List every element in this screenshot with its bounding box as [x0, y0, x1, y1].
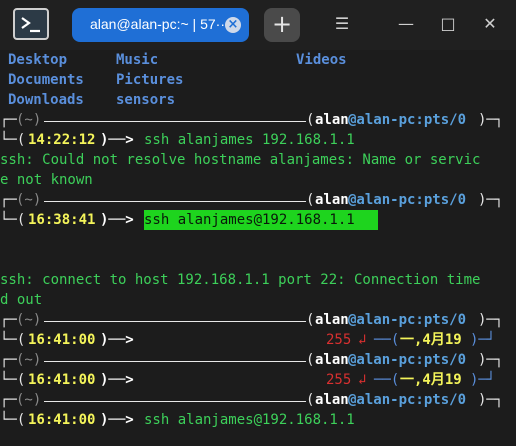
- prompt-host: @alan-pc:pts/0: [348, 352, 467, 368]
- prompt-host: @alan-pc:pts/0: [348, 112, 467, 128]
- prompt-corner-right: )─┐: [478, 192, 504, 208]
- prompt-date: 一,4月19: [400, 372, 462, 388]
- prompt-arrow: )──>: [100, 332, 134, 348]
- prompt-host: @alan-pc:pts/0: [348, 392, 467, 408]
- ls-music: Music: [116, 52, 159, 68]
- error-line: e not known: [0, 172, 93, 188]
- prompt-tilde: (~): [16, 112, 42, 128]
- prompt-paren-open: (: [306, 352, 315, 368]
- prompt-corner-bottom: └─(: [0, 212, 26, 228]
- prompt-corner-top: ┌─: [0, 352, 17, 368]
- command-text: ssh alanjames 192.168.1.1: [144, 132, 355, 148]
- return-icon: ↲: [358, 372, 367, 388]
- prompt-corner-bottom: └─(: [0, 132, 26, 148]
- prompt-rule: [44, 121, 306, 122]
- prompt-host: @alan-pc:pts/0: [348, 312, 467, 328]
- prompt-time: 16:41:00: [28, 412, 96, 428]
- prompt-corner-bottom: └─(: [0, 412, 26, 428]
- date-close: )─┘: [470, 372, 496, 388]
- prompt-corner-right: )─┐: [478, 312, 504, 328]
- ls-desktop: Desktop: [8, 52, 68, 68]
- prompt-corner-top: ┌─: [0, 392, 17, 408]
- prompt-date: 一,4月19: [400, 332, 462, 348]
- error-line: ssh: Could not resolve hostname alanjame…: [0, 152, 481, 168]
- prompt-corner-top: ┌─: [0, 192, 17, 208]
- prompt-tilde: (~): [16, 312, 42, 328]
- tab-terminal[interactable]: alan@alan-pc:~ | 57·· ×: [72, 8, 249, 42]
- prompt-tilde: (~): [16, 352, 42, 368]
- prompt-rule: [44, 201, 306, 202]
- prompt-corner-bottom: └─(: [0, 332, 26, 348]
- date-open: ──(: [374, 372, 400, 388]
- prompt-arrow: )──>: [100, 412, 134, 428]
- terminal-app-icon[interactable]: [13, 8, 49, 40]
- prompt-arrow: )──>: [100, 212, 134, 228]
- prompt-time: 16:41:00: [28, 372, 96, 388]
- prompt-rule: [44, 401, 306, 402]
- terminal-prompt-icon: [21, 17, 40, 33]
- command-text: ssh alanjames@192.168.1.1: [144, 412, 355, 428]
- prompt-time: 14:22:12: [28, 132, 96, 148]
- prompt-paren-open: (: [306, 312, 315, 328]
- maximize-icon[interactable]: □: [436, 12, 460, 36]
- prompt-time: 16:41:00: [28, 332, 96, 348]
- prompt-user: alan: [315, 352, 349, 368]
- new-tab-button[interactable]: +: [264, 8, 300, 42]
- return-icon: ↲: [358, 332, 367, 348]
- prompt-arrow: )──>: [100, 372, 134, 388]
- terminal-output[interactable]: Desktop Music Videos Documents Pictures …: [0, 50, 516, 446]
- prompt-user: alan: [315, 192, 349, 208]
- title-bar: alan@alan-pc:~ | 57·· × + ☰ — □ ✕: [0, 0, 516, 50]
- tab-label: alan@alan-pc:~ | 57··: [90, 16, 225, 32]
- close-window-icon[interactable]: ✕: [478, 12, 502, 36]
- date-close: )─┘: [470, 332, 496, 348]
- prompt-corner-bottom: └─(: [0, 372, 26, 388]
- prompt-user: alan: [315, 312, 349, 328]
- prompt-paren-open: (: [306, 192, 315, 208]
- tab-close-icon[interactable]: ×: [225, 17, 241, 33]
- ls-sensors: sensors: [116, 92, 176, 108]
- exit-status: 255: [326, 372, 352, 388]
- prompt-paren-open: (: [306, 392, 315, 408]
- prompt-arrow: )──>: [100, 132, 134, 148]
- prompt-corner-right: )─┐: [478, 392, 504, 408]
- prompt-user: alan: [315, 392, 349, 408]
- minimize-icon[interactable]: —: [394, 12, 418, 36]
- prompt-corner-right: )─┐: [478, 112, 504, 128]
- prompt-rule: [44, 361, 306, 362]
- error-line: d out: [0, 292, 43, 308]
- date-open: ──(: [374, 332, 400, 348]
- prompt-user: alan: [315, 112, 349, 128]
- ls-pictures: Pictures: [116, 72, 184, 88]
- prompt-host: @alan-pc:pts/0: [348, 192, 467, 208]
- prompt-rule: [44, 321, 306, 322]
- prompt-tilde: (~): [16, 192, 42, 208]
- command-text-selected[interactable]: ssh alanjames@192.168.1.1: [144, 210, 378, 230]
- ls-videos: Videos: [296, 52, 347, 68]
- prompt-corner-top: ┌─: [0, 312, 17, 328]
- prompt-time: 16:38:41: [28, 212, 96, 228]
- prompt-corner-top: ┌─: [0, 112, 17, 128]
- menu-icon[interactable]: ☰: [330, 12, 354, 36]
- prompt-corner-right: )─┐: [478, 352, 504, 368]
- ls-downloads: Downloads: [8, 92, 84, 108]
- exit-status: 255: [326, 332, 352, 348]
- prompt-paren-open: (: [306, 112, 315, 128]
- prompt-tilde: (~): [16, 392, 42, 408]
- ls-documents: Documents: [8, 72, 84, 88]
- error-line: ssh: connect to host 192.168.1.1 port 22…: [0, 272, 481, 288]
